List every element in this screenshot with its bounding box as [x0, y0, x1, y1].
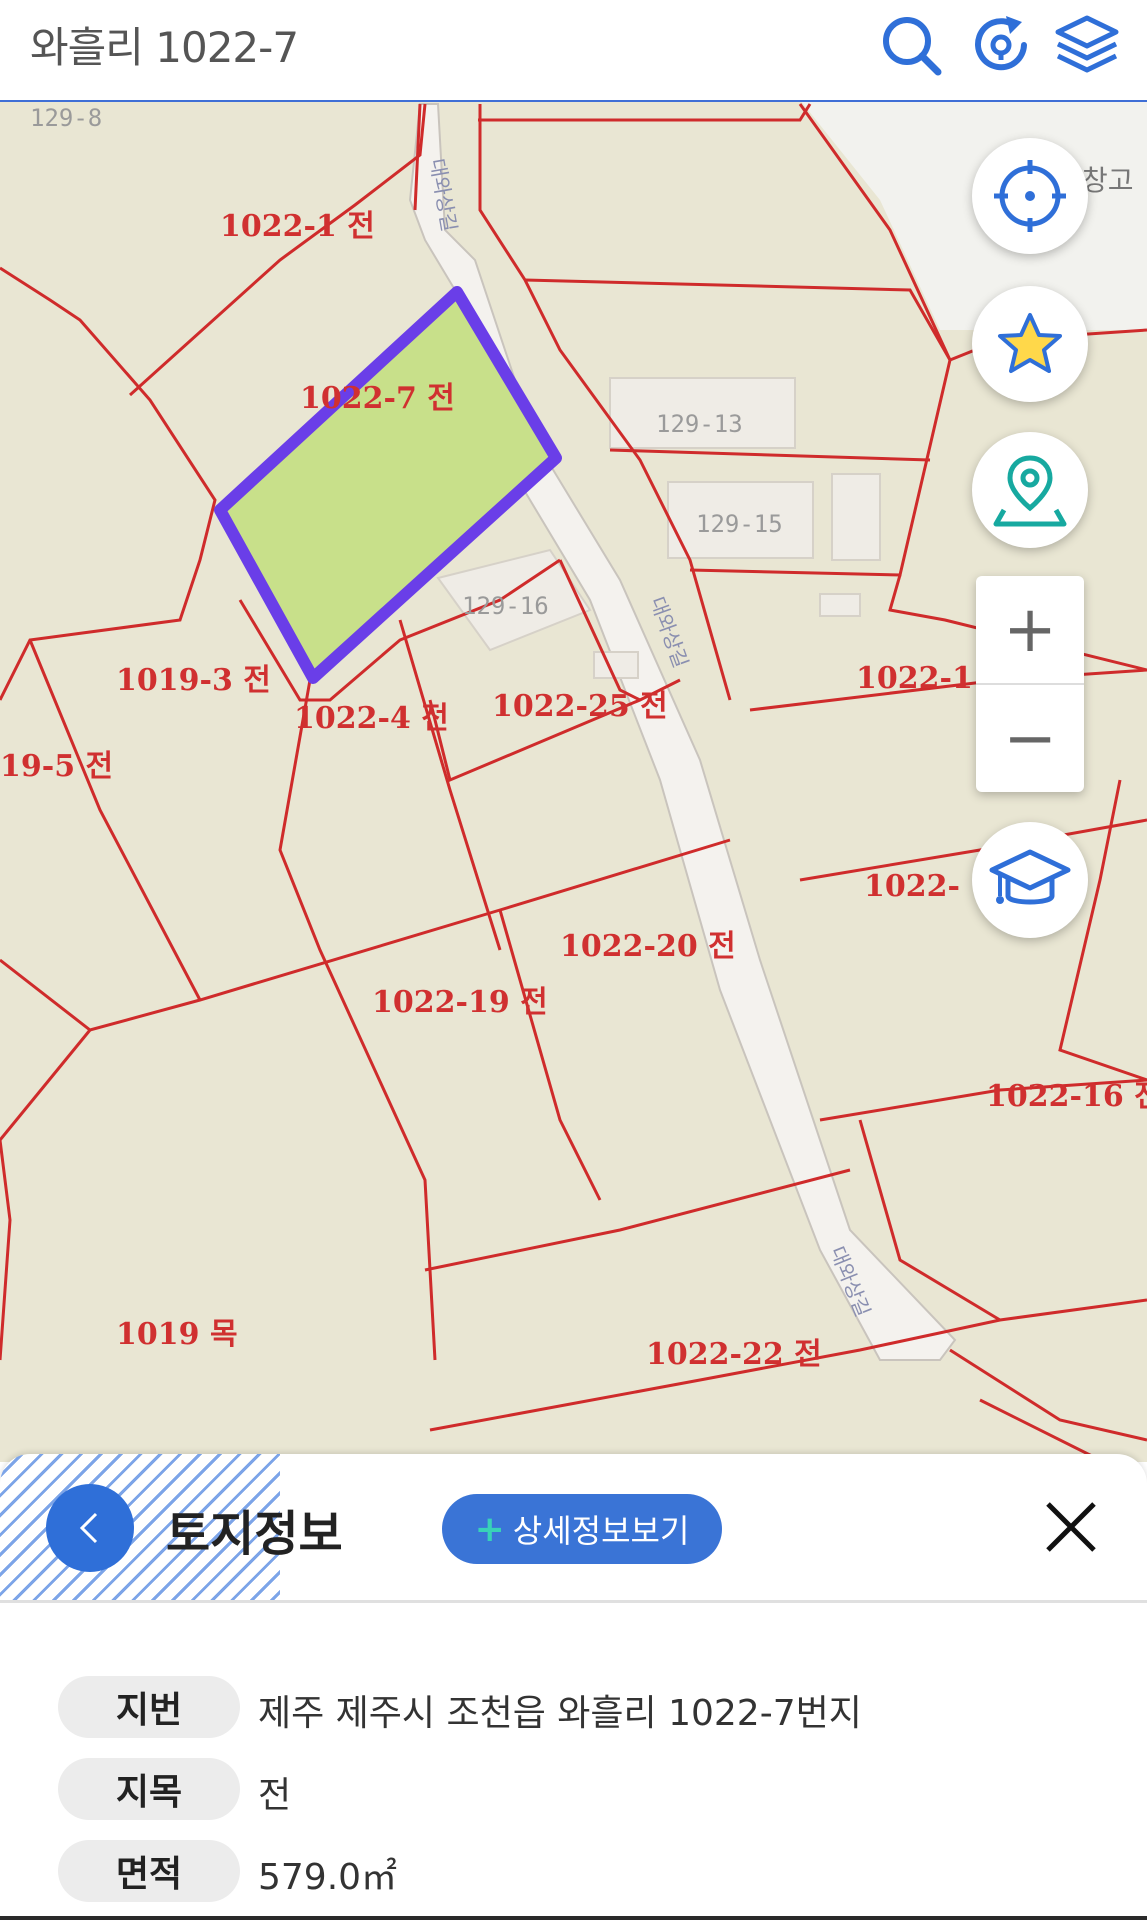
parcel-label: 1019 목 — [116, 1317, 238, 1352]
info-value: 제주 제주시 조천읍 와흘리 1022-7번지 — [258, 1693, 862, 1734]
map-pin-button[interactable] — [972, 432, 1088, 548]
parcel-label: 1022-4 전 — [294, 701, 449, 736]
info-label: 지목 — [58, 1758, 240, 1820]
info-value: 579.0㎡ — [258, 1857, 398, 1898]
back-button[interactable] — [46, 1484, 134, 1572]
building-label: 129-16 — [462, 592, 549, 620]
parcel-label: 1022-16 전 — [986, 1079, 1147, 1114]
view-details-label: 상세정보보기 — [512, 1512, 690, 1550]
graduation-cap-icon — [989, 849, 1071, 905]
chevron-left-icon — [79, 1512, 98, 1544]
map-pin-icon — [993, 455, 1067, 527]
plus-icon: + — [474, 1508, 505, 1550]
info-label: 지번 — [58, 1676, 240, 1738]
info-label: 면적 — [58, 1840, 240, 1902]
parcel-label: 1022-1 — [856, 661, 973, 696]
location-title: 와흘리 1022-7 — [30, 23, 299, 72]
crosshair-icon — [994, 160, 1066, 232]
view-details-button[interactable]: + 상세정보보기 — [442, 1494, 722, 1564]
bottom-edge — [0, 1916, 1147, 1920]
parcel-label: 1022-1 전 — [220, 209, 375, 244]
building-label: 창고 — [1082, 164, 1134, 197]
parcel-label: 1022-20 전 — [560, 929, 736, 964]
parcel-label: 1022-25 전 — [492, 689, 668, 724]
panel-title: 토지정보 — [166, 1506, 343, 1562]
parcel-label: 1022-22 전 — [646, 1337, 822, 1372]
education-button[interactable] — [972, 822, 1088, 938]
layers-icon[interactable] — [1052, 10, 1122, 80]
parcel-label: 1019-3 전 — [116, 663, 271, 698]
parcel-label: 19-5 전 — [0, 749, 113, 784]
close-icon[interactable] — [1040, 1496, 1102, 1558]
top-bar: 와흘리 1022-7 — [0, 0, 1147, 102]
favorite-button[interactable] — [972, 286, 1088, 402]
info-value: 전 — [258, 1775, 292, 1816]
zoom-in-button[interactable]: + — [976, 576, 1084, 683]
zoom-control: + − — [976, 576, 1084, 792]
parcel-label: 1022-7 전 — [300, 381, 455, 416]
panel-divider — [0, 1600, 1147, 1603]
land-info-panel: 토지정보 + 상세정보보기 지번 제주 제주시 조천읍 와흘리 1022-7번지… — [0, 1454, 1147, 1920]
parcel-label: 1022-19 전 — [372, 985, 548, 1020]
building-label: 129-8 — [30, 104, 102, 132]
building-label: 129-15 — [696, 510, 783, 538]
location-refresh-icon[interactable] — [966, 10, 1036, 80]
cadastral-map[interactable]: 1022-1 전 1022-7 전 1019-3 전 1022-4 전 1022… — [0, 102, 1147, 1462]
parcel-label: 1022- — [864, 869, 960, 904]
search-icon[interactable] — [876, 10, 946, 80]
star-icon — [998, 313, 1062, 373]
map-canvas[interactable]: 1022-1 전 1022-7 전 1019-3 전 1022-4 전 1022… — [0, 102, 1147, 1462]
building-label: 129-13 — [656, 410, 743, 438]
locate-button[interactable] — [972, 138, 1088, 254]
zoom-out-button[interactable]: − — [976, 685, 1084, 792]
